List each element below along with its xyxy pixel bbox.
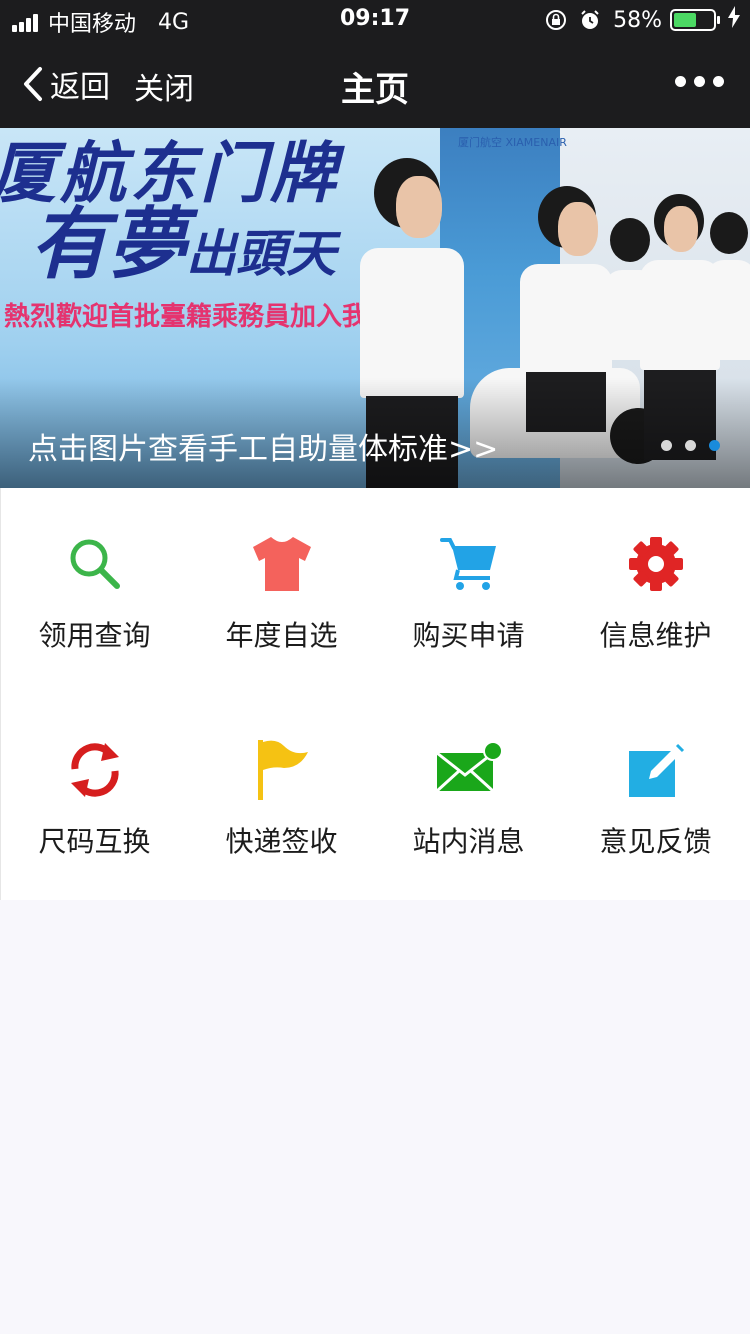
menu-item-site-messages[interactable]: 站内消息 [375,694,562,900]
status-bar: 中国移动 4G 09:17 58% [0,0,750,40]
banner-slogan-main: 有夢 [30,200,187,290]
menu-item-label: 尺码互换 [38,825,151,858]
battery-percent: 58% [613,7,662,33]
banner-slogan-small: 出頭天 [186,225,337,283]
flag-icon [188,738,375,802]
edit-icon [562,738,749,802]
search-icon [1,532,188,596]
menu-item-label: 年度自选 [225,619,338,652]
rotation-lock-icon [545,9,567,31]
nav-bar: 返回 关闭 主页 [0,40,750,128]
menu-item-label: 领用查询 [38,619,151,652]
menu-item-label: 购买申请 [412,619,525,652]
carousel-indicator [648,440,720,451]
banner-welcome-text: 熱烈歡迎首批臺籍乘務員加入我們! [4,302,406,332]
banner-slogan-line2: 有夢出頭天 [30,182,336,294]
charging-icon [728,6,740,34]
cart-icon [375,532,562,596]
menu-item-info-maintenance[interactable]: 信息维护 [562,488,749,694]
banner-caption[interactable]: 点击图片查看手工自助量体标准>> [28,424,498,468]
menu-item-annual-selection[interactable]: 年度自选 [188,488,375,694]
banner-brand-text: 厦门航空 XIAMENAIR [458,136,567,149]
more-icon[interactable] [667,76,724,87]
menu-item-express-signoff[interactable]: 快递签收 [188,694,375,900]
shirt-icon [188,532,375,596]
menu-item-label: 信息维护 [599,619,712,652]
alarm-icon [579,9,601,31]
battery-icon [670,9,720,31]
menu-item-label: 快递签收 [225,825,338,858]
page-title: 主页 [341,70,409,110]
carousel-dot[interactable] [709,440,720,451]
status-right: 58% [545,6,740,34]
menu-item-label: 站内消息 [412,825,525,858]
menu-item-size-exchange[interactable]: 尺码互换 [1,694,188,900]
refresh-icon [1,738,188,802]
menu-item-usage-query[interactable]: 领用查询 [1,488,188,694]
menu-item-label: 意见反馈 [599,825,712,858]
battery-fill [674,13,697,27]
menu-item-feedback[interactable]: 意见反馈 [562,694,749,900]
mail-icon [375,738,562,802]
carousel-dot[interactable] [685,440,696,451]
gear-icon [562,532,749,596]
function-grid: 领用查询 年度自选 购买申请 信息维护 尺码互换 快递签收 站内消息 意见反馈 [0,488,750,900]
banner-carousel[interactable]: 厦航东门牌 有夢出頭天 熱烈歡迎首批臺籍乘務員加入我們! 厦门航空 XIAMEN… [0,128,750,488]
carousel-dot[interactable] [661,440,672,451]
menu-item-purchase-request[interactable]: 购买申请 [375,488,562,694]
